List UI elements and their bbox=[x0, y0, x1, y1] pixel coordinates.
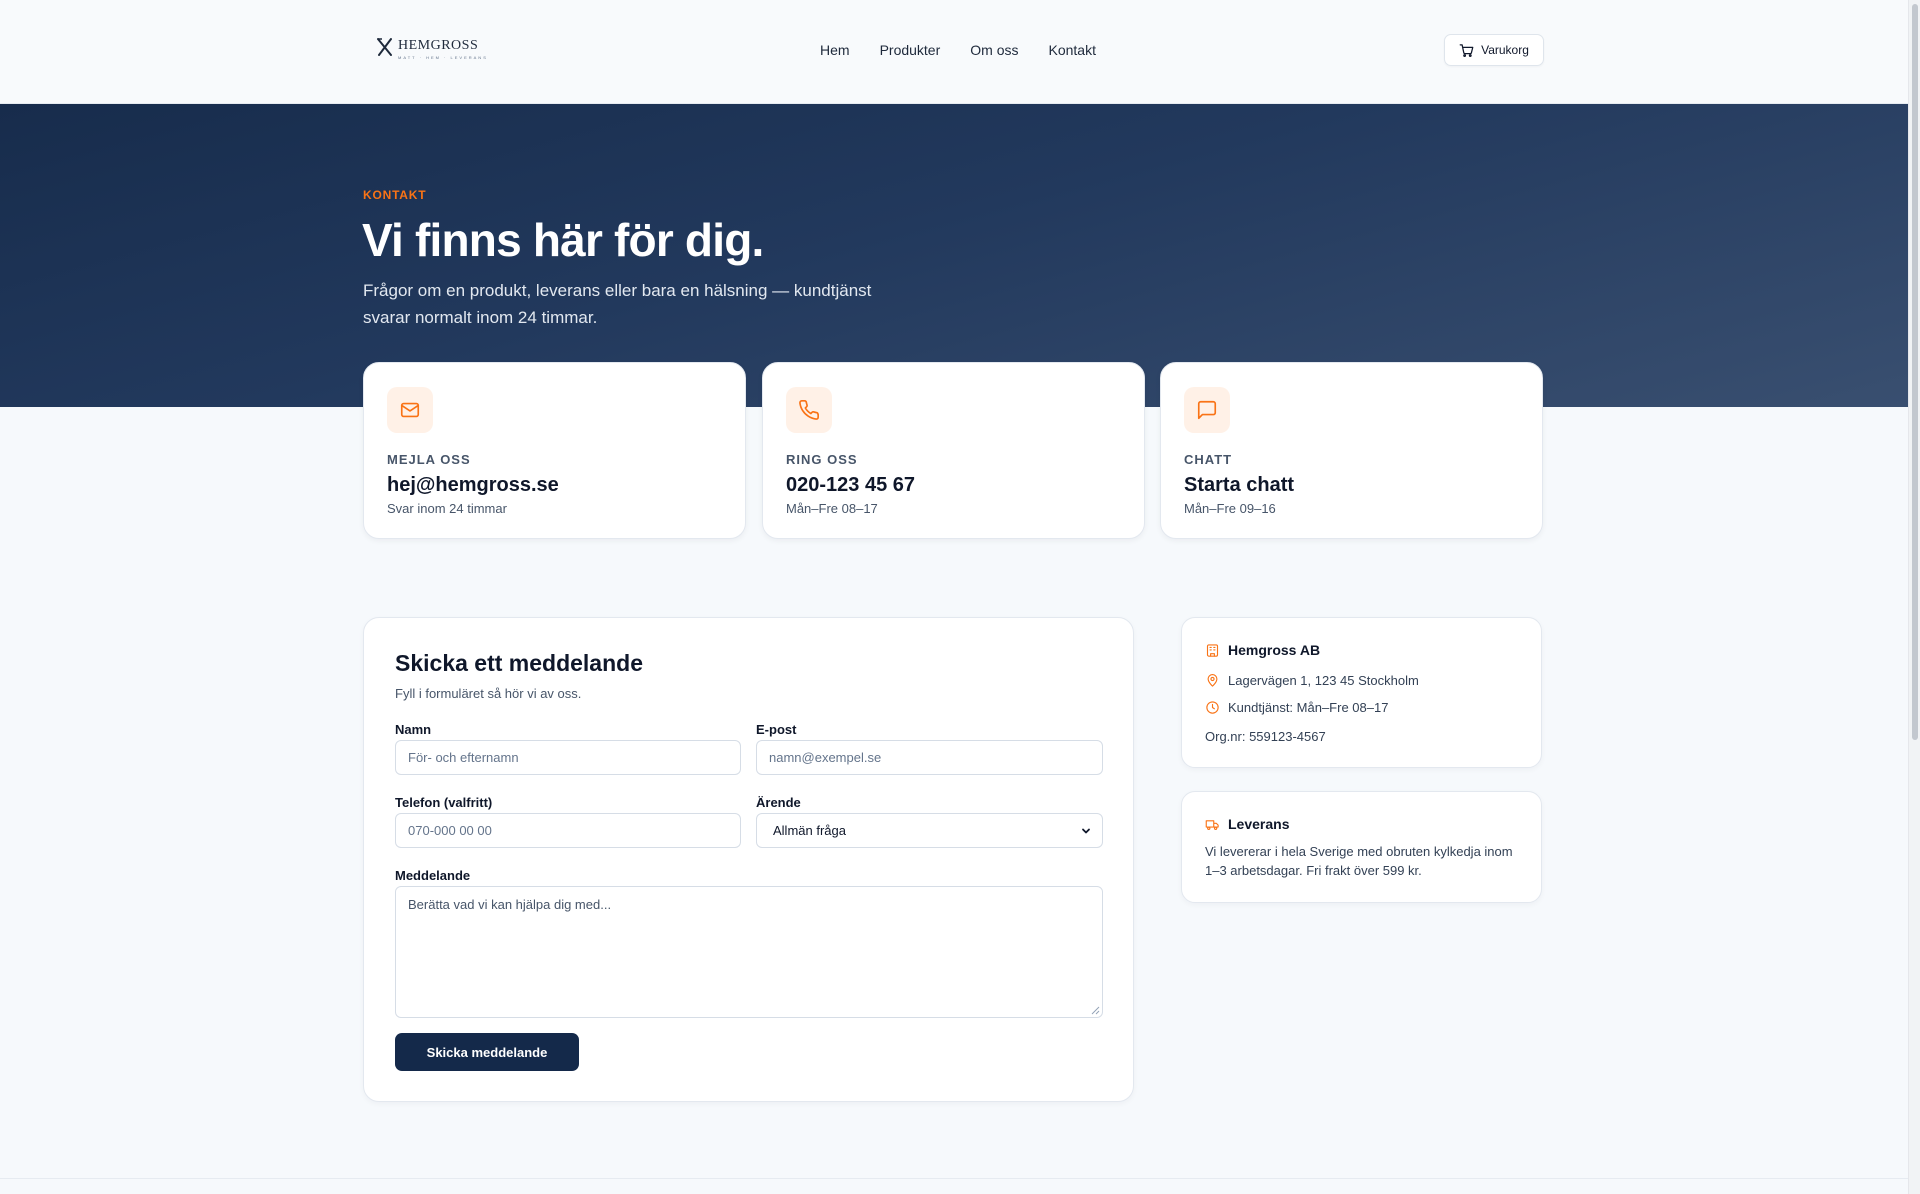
card-label: MEJLA OSS bbox=[387, 452, 471, 467]
card-note: Mån–Fre 08–17 bbox=[786, 501, 878, 516]
card-icon-wrap bbox=[387, 387, 433, 433]
message-textarea[interactable] bbox=[395, 886, 1103, 1018]
delivery-title-row: Leverans bbox=[1205, 816, 1289, 832]
org-number: Org.nr: 559123-4567 bbox=[1205, 729, 1326, 744]
phone-label: Telefon (valfritt) bbox=[395, 795, 493, 810]
card-icon-wrap bbox=[1184, 387, 1230, 433]
main-nav: Hem Produkter Om oss Kontakt bbox=[820, 40, 1096, 60]
page-scrollbar[interactable] bbox=[1908, 0, 1920, 1194]
truck-icon bbox=[1205, 819, 1219, 830]
logo-tagline: MATT · HEM · LEVERANS bbox=[398, 55, 488, 60]
subject-select[interactable]: Allmän fråga bbox=[756, 813, 1103, 848]
phone-icon bbox=[799, 400, 819, 420]
footer-divider bbox=[0, 1178, 1908, 1179]
contact-card-chat[interactable]: CHATT Starta chatt Mån–Fre 09–16 bbox=[1160, 362, 1543, 539]
card-value: hej@hemgross.se bbox=[387, 474, 559, 496]
nav-link-produkter[interactable]: Produkter bbox=[880, 40, 941, 60]
nav-link-hem[interactable]: Hem bbox=[820, 40, 850, 60]
company-name: Hemgross AB bbox=[1228, 642, 1321, 658]
hero-eyebrow: KONTAKT bbox=[363, 188, 427, 202]
form-title: Skicka ett meddelande bbox=[395, 650, 643, 676]
site-header: HEMGROSS MATT · HEM · LEVERANS Hem Produ… bbox=[0, 0, 1908, 104]
name-input[interactable] bbox=[395, 740, 741, 775]
clock-icon bbox=[1206, 701, 1219, 714]
email-label: E-post bbox=[756, 722, 797, 737]
logo-mark-icon bbox=[377, 38, 392, 56]
company-address: Lagervägen 1, 123 45 Stockholm bbox=[1228, 673, 1419, 688]
mail-icon bbox=[400, 402, 420, 418]
support-hours: Kundtjänst: Mån–Fre 08–17 bbox=[1228, 700, 1389, 715]
name-label: Namn bbox=[395, 722, 432, 737]
address-row: Lagervägen 1, 123 45 Stockholm bbox=[1205, 673, 1419, 688]
card-value: Starta chatt bbox=[1184, 474, 1295, 496]
company-info-card: Hemgross AB Lagervägen 1, 123 45 Stockho… bbox=[1181, 617, 1542, 768]
logo[interactable]: HEMGROSS MATT · HEM · LEVERANS bbox=[376, 36, 488, 61]
delivery-text: Vi levererar i hela Sverige med obruten … bbox=[1205, 844, 1513, 878]
form-subtitle: Fyll i formuläret så hör vi av oss. bbox=[395, 686, 582, 701]
cart-label: Varukorg bbox=[1481, 43, 1529, 57]
contact-card-phone[interactable]: RING OSS 020-123 45 67 Mån–Fre 08–17 bbox=[762, 362, 1145, 539]
card-label: CHATT bbox=[1184, 452, 1233, 467]
logo-name: HEMGROSS bbox=[398, 38, 479, 53]
map-pin-icon bbox=[1207, 674, 1218, 687]
delivery-title: Leverans bbox=[1228, 816, 1290, 832]
contact-card-email[interactable]: MEJLA OSS hej@hemgross.se Svar inom 24 t… bbox=[363, 362, 746, 539]
email-input[interactable] bbox=[756, 740, 1103, 775]
chevron-down-icon bbox=[1082, 828, 1090, 833]
card-note: Mån–Fre 09–16 bbox=[1184, 501, 1276, 516]
message-label: Meddelande bbox=[395, 868, 471, 883]
scrollbar-thumb[interactable] bbox=[1912, 4, 1918, 740]
card-label: RING OSS bbox=[786, 452, 858, 467]
contact-form: Skicka ett meddelande Fyll i formuläret … bbox=[363, 617, 1134, 1102]
card-note: Svar inom 24 timmar bbox=[387, 501, 507, 516]
chat-icon bbox=[1197, 400, 1217, 420]
delivery-card: Leverans Vi levererar i hela Sverige med… bbox=[1181, 791, 1542, 903]
phone-input[interactable] bbox=[395, 813, 741, 848]
cart-icon bbox=[1459, 43, 1474, 57]
submit-button[interactable]: Skicka meddelande bbox=[395, 1033, 579, 1071]
nav-link-kontakt[interactable]: Kontakt bbox=[1049, 40, 1096, 60]
subject-label: Ärende bbox=[756, 795, 801, 810]
page-title: Vi finns här för dig. bbox=[362, 214, 764, 266]
card-value: 020-123 45 67 bbox=[786, 474, 916, 496]
resize-grip-icon[interactable] bbox=[1090, 1005, 1100, 1015]
building-icon bbox=[1206, 643, 1219, 657]
nav-link-om-oss[interactable]: Om oss bbox=[970, 40, 1018, 60]
subject-selected-value: Allmän fråga bbox=[773, 823, 846, 838]
hours-row: Kundtjänst: Mån–Fre 08–17 bbox=[1205, 700, 1388, 715]
cart-button[interactable]: Varukorg bbox=[1444, 34, 1544, 66]
company-name-row: Hemgross AB bbox=[1205, 642, 1320, 658]
hero-subtitle: Frågor om en produkt, leverans eller bar… bbox=[363, 281, 872, 327]
card-icon-wrap bbox=[786, 387, 832, 433]
